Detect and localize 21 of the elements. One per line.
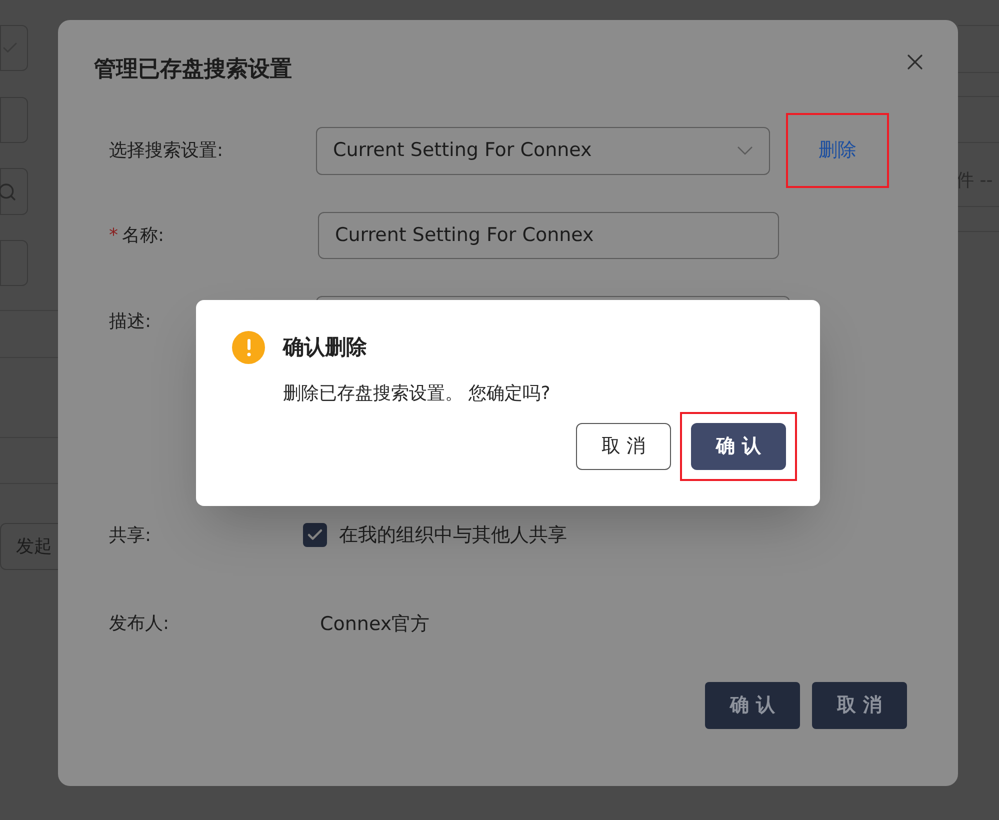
search-icon: [0, 182, 17, 202]
field-label: 描述:: [109, 310, 152, 334]
field-label: 名称:: [122, 224, 164, 248]
required-mark: *: [109, 224, 118, 248]
name-field[interactable]: Current Setting For Connex: [318, 212, 779, 259]
dialog-title: 管理已存盘搜索设置: [94, 56, 292, 84]
checkbox[interactable]: [303, 523, 327, 548]
publisher-value: Connex官方: [320, 612, 430, 636]
cancel-button[interactable]: 取 消: [576, 423, 671, 470]
warning-icon: [232, 331, 265, 364]
confirm-message: 删除已存盘搜索设置。 您确定吗?: [283, 382, 552, 406]
field-label: 共享:: [109, 524, 152, 548]
share-option-label: 在我的组织中与其他人共享: [339, 523, 567, 548]
confirm-button[interactable]: 确 认: [691, 423, 786, 470]
confirm-title: 确认删除: [283, 334, 367, 361]
search-setting-select[interactable]: Current Setting For Connex: [316, 126, 770, 174]
chevron-down-icon: [737, 146, 753, 155]
dialog-button[interactable]: 确 认: [705, 682, 800, 729]
dialog-button[interactable]: 取 消: [812, 682, 907, 729]
field-label: 发布人:: [109, 612, 170, 636]
field-label: 选择搜索设置:: [109, 139, 224, 163]
